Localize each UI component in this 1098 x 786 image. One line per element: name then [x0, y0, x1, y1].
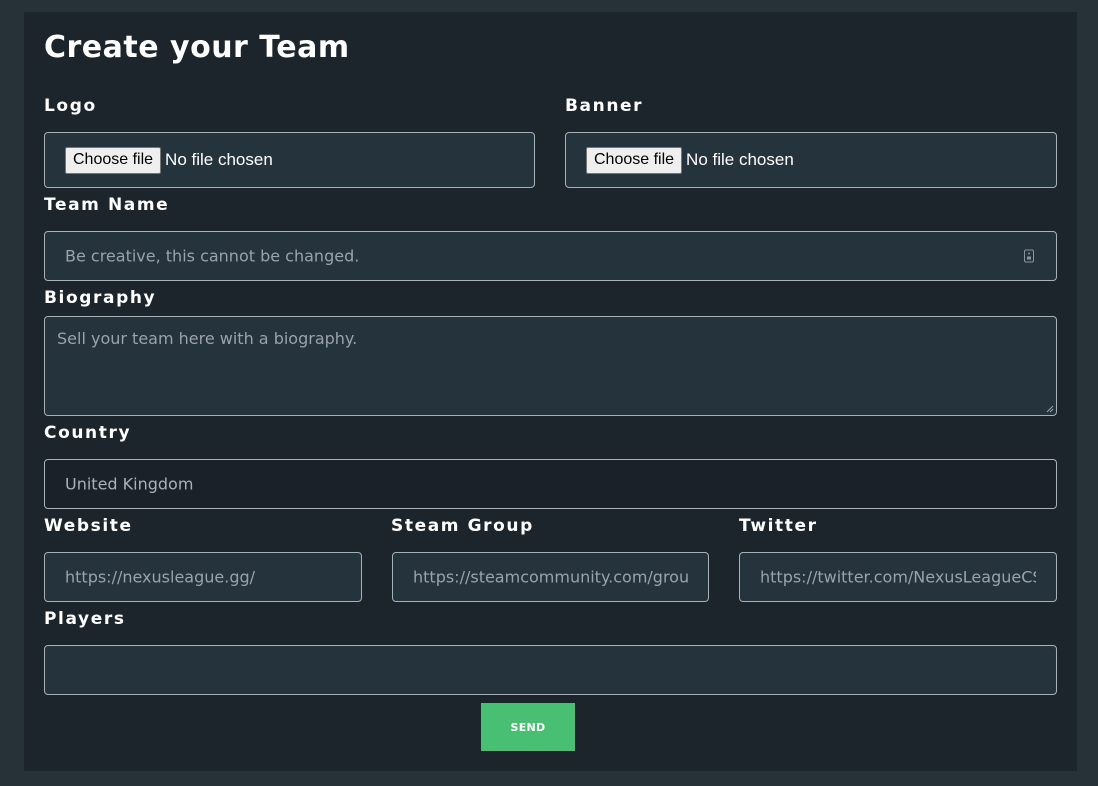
biography-textarea[interactable]: Sell your team here with a biography. — [44, 316, 1057, 416]
website-input[interactable]: https://nexusleague.gg/ — [44, 552, 362, 602]
twitter-label: Twitter — [739, 516, 818, 536]
steam-group-placeholder: https://steamcommunity.com/grou — [413, 567, 688, 587]
biography-label: Biography — [44, 288, 157, 308]
country-value: United Kingdom — [65, 474, 194, 494]
steam-group-label: Steam Group — [391, 516, 534, 536]
website-placeholder: https://nexusleague.gg/ — [65, 567, 256, 587]
steam-group-input[interactable]: https://steamcommunity.com/grou — [392, 552, 709, 602]
logo-label: Logo — [44, 96, 97, 116]
country-label: Country — [44, 423, 132, 443]
logo-choose-file-button[interactable]: Choose file — [65, 146, 162, 174]
players-label: Players — [44, 609, 126, 629]
twitter-placeholder: https://twitter.com/NexusLeagueCS — [760, 567, 1036, 587]
team-name-input[interactable]: Be creative, this cannot be changed. — [44, 231, 1057, 281]
logo-file-status: No file chosen — [165, 150, 273, 169]
country-select[interactable]: United Kingdom — [44, 459, 1057, 509]
team-name-placeholder: Be creative, this cannot be changed. — [65, 246, 360, 266]
create-team-panel: Create your Team Logo Choose file No fil… — [24, 12, 1077, 771]
banner-file-input[interactable]: Choose file No file chosen — [565, 132, 1057, 188]
banner-label: Banner — [565, 96, 644, 116]
players-input[interactable] — [44, 645, 1057, 695]
page-title: Create your Team — [44, 30, 350, 65]
logo-file-input[interactable]: Choose file No file chosen — [44, 132, 535, 188]
send-button[interactable]: SEND — [481, 703, 575, 751]
twitter-input[interactable]: https://twitter.com/NexusLeagueCS — [739, 552, 1057, 602]
contact-card-icon[interactable] — [1024, 249, 1034, 263]
team-name-label: Team Name — [44, 195, 170, 215]
resize-handle-icon[interactable] — [1046, 405, 1054, 413]
banner-choose-file-button[interactable]: Choose file — [586, 146, 683, 174]
biography-placeholder: Sell your team here with a biography. — [57, 329, 358, 348]
banner-file-status: No file chosen — [686, 150, 794, 169]
website-label: Website — [44, 516, 133, 536]
